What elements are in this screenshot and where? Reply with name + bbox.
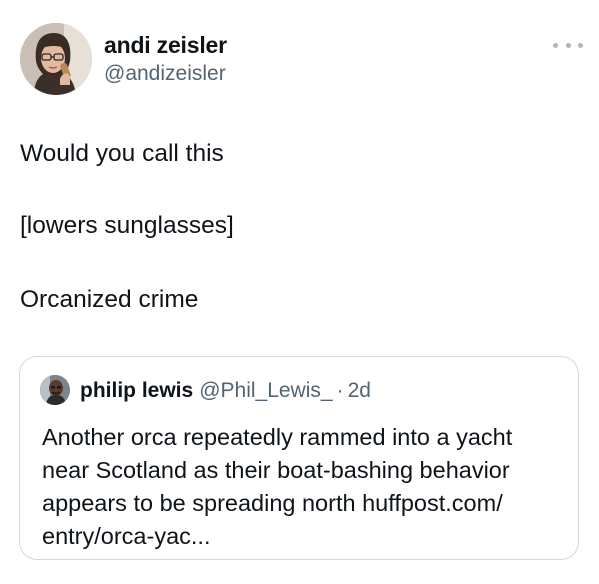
ellipsis-icon [553, 42, 558, 48]
avatar-photo-icon [20, 23, 92, 95]
header-separator: · [336, 379, 344, 402]
more-options-button[interactable] [553, 38, 583, 52]
quoted-text-line: near Scotland as their boat-bashing beha… [42, 457, 510, 483]
tweet-text-line: [lowers sunglasses] [20, 212, 234, 239]
quoted-text-line: entry/orca-yac... [42, 523, 211, 549]
author-avatar[interactable] [20, 23, 92, 95]
ellipsis-icon [565, 42, 571, 48]
quoted-author-handle[interactable]: @Phil_Lewis_ [199, 379, 332, 402]
ellipsis-icon [578, 42, 583, 48]
quoted-author-name[interactable]: philip lewis [80, 379, 193, 402]
quoted-tweet-text: Another orca repeatedly rammed into a ya… [42, 421, 562, 553]
quoted-timestamp[interactable]: 2d [348, 379, 371, 402]
tweet-text-line: Would you call this [20, 140, 224, 167]
quoted-text-line: Another orca repeatedly rammed into a ya… [42, 424, 513, 450]
quoted-text-line: appears to be spreading north huffpost.c… [42, 490, 503, 516]
quoted-tweet-header: philip lewis @Phil_Lewis_ · 2d [80, 378, 371, 404]
avatar-photo-icon [40, 375, 70, 405]
author-name[interactable]: andi zeisler [104, 32, 227, 58]
tweet: andi zeisler @andizeisler Would you call… [0, 0, 599, 584]
author-handle[interactable]: @andizeisler [104, 61, 226, 87]
tweet-text-line: Orcanized crime [20, 286, 199, 313]
quoted-tweet-card[interactable]: philip lewis @Phil_Lewis_ · 2d Another orca… [19, 356, 579, 560]
quoted-author-avatar[interactable] [40, 375, 70, 405]
